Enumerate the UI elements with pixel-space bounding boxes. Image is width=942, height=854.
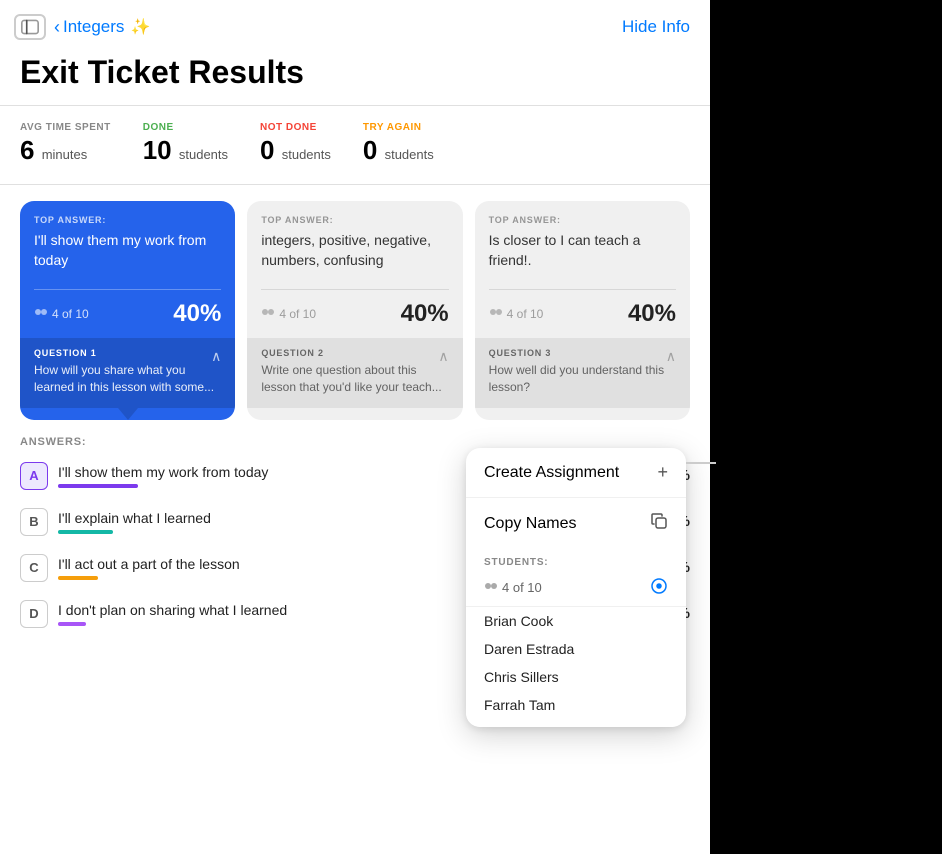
copy-icon: [650, 512, 668, 535]
students-header: STUDENTS:: [466, 549, 686, 572]
stat-try-again: TRY AGAIN 0 students: [363, 122, 466, 166]
top-bar: ‹ Integers ✨ Hide Info: [0, 0, 710, 50]
answer-bar-b: [58, 530, 113, 534]
card2-stats: 4 of 10 40%: [247, 290, 462, 338]
card2-bottom: QUESTION 2 Write one question about this…: [247, 338, 462, 408]
students-sub-panel: STUDENTS: 4 of 10 Brian Cook Daren Estra…: [466, 549, 686, 727]
card1-top-answer-text: I'll show them my work from today: [34, 231, 221, 279]
plus-icon: +: [657, 462, 668, 483]
card2-top: TOP ANSWER: integers, positive, negative…: [247, 201, 462, 289]
answer-bar-c: [58, 576, 98, 580]
avg-time-value: 6 minutes: [20, 135, 111, 166]
chevron-up-icon-1: ∧: [211, 348, 221, 365]
student-name-1: Brian Cook: [466, 607, 686, 635]
not-done-value: 0 students: [260, 135, 331, 166]
question-card-1[interactable]: TOP ANSWER: I'll show them my work from …: [20, 201, 235, 420]
chevron-up-icon-3: ∧: [666, 348, 676, 365]
card3-q-label: QUESTION 3: [489, 348, 676, 358]
stat-done: DONE 10 students: [143, 122, 260, 166]
divider-1: [0, 105, 710, 106]
card3-stats: 4 of 10 40%: [475, 290, 690, 338]
question-card-3[interactable]: TOP ANSWER: Is closer to I can teach a f…: [475, 201, 690, 420]
answer-letter-a: A: [20, 462, 48, 490]
card3-top-answer-label: TOP ANSWER:: [489, 215, 676, 225]
done-label: DONE: [143, 122, 228, 133]
students-circle-icon: [650, 577, 668, 598]
stats-row: AVG TIME SPENT 6 minutes DONE 10 student…: [0, 122, 710, 166]
card1-top: TOP ANSWER: I'll show them my work from …: [20, 201, 235, 289]
card1-q-text: How will you share what you learned in t…: [34, 362, 221, 396]
not-done-label: NOT DONE: [260, 122, 331, 133]
card1-top-answer-label: TOP ANSWER:: [34, 215, 221, 225]
card2-pct: 40%: [401, 300, 449, 328]
card1-q-label: QUESTION 1: [34, 348, 221, 358]
answer-letter-d: D: [20, 600, 48, 628]
card1-stats: 4 of 10 40%: [20, 290, 235, 338]
stat-avg-time: AVG TIME SPENT 6 minutes: [20, 122, 143, 166]
question-card-2[interactable]: TOP ANSWER: integers, positive, negative…: [247, 201, 462, 420]
connector-line: [686, 462, 716, 464]
chevron-up-icon-2: ∧: [438, 348, 448, 365]
top-bar-left: ‹ Integers ✨: [14, 14, 150, 40]
divider-2: [0, 184, 710, 185]
student-name-3: Chris Sillers: [466, 663, 686, 691]
answer-bar-d: [58, 622, 86, 626]
student-name-4: Farrah Tam: [466, 691, 686, 719]
chevron-left-icon: ‹: [54, 17, 60, 38]
create-assignment-item[interactable]: Create Assignment +: [466, 448, 686, 498]
answer-letter-b: B: [20, 508, 48, 536]
answer-letter-c: C: [20, 554, 48, 582]
answer-bar-a: [58, 484, 138, 488]
dropdown-popup: Create Assignment + Copy Names STUDENTS:…: [466, 448, 686, 727]
stat-not-done: NOT DONE 0 students: [260, 122, 363, 166]
card2-top-answer-label: TOP ANSWER:: [261, 215, 448, 225]
card3-q-text: How well did you understand this lesson?: [489, 362, 676, 396]
copy-names-item[interactable]: Copy Names: [466, 498, 686, 549]
card2-q-label: QUESTION 2: [261, 348, 448, 358]
student-name-2: Daren Estrada: [466, 635, 686, 663]
try-again-value: 0 students: [363, 135, 434, 166]
try-again-label: TRY AGAIN: [363, 122, 434, 133]
card1-bottom: QUESTION 1 How will you share what you l…: [20, 338, 235, 408]
done-value: 10 students: [143, 135, 228, 166]
card2-top-answer-text: integers, positive, negative, numbers, c…: [261, 231, 448, 279]
hide-info-button[interactable]: Hide Info: [622, 17, 690, 37]
create-assignment-label: Create Assignment: [484, 464, 619, 482]
students-count-row: 4 of 10: [466, 572, 686, 607]
back-label: Integers: [63, 17, 124, 37]
copy-names-label: Copy Names: [484, 515, 576, 533]
sidebar-toggle-button[interactable]: [14, 14, 46, 40]
card3-count: 4 of 10: [489, 307, 544, 321]
card2-count: 4 of 10: [261, 307, 316, 321]
card1-count: 4 of 10: [34, 307, 89, 321]
students-count: 4 of 10: [484, 580, 542, 595]
cards-row: TOP ANSWER: I'll show them my work from …: [0, 201, 710, 420]
back-link[interactable]: ‹ Integers ✨: [54, 17, 150, 38]
card3-pct: 40%: [628, 300, 676, 328]
avg-time-label: AVG TIME SPENT: [20, 122, 111, 133]
card3-top-answer-text: Is closer to I can teach a friend!.: [489, 231, 676, 279]
card2-q-text: Write one question about this lesson tha…: [261, 362, 448, 396]
card1-pct: 40%: [173, 300, 221, 328]
card3-bottom: QUESTION 3 How well did you understand t…: [475, 338, 690, 408]
card3-top: TOP ANSWER: Is closer to I can teach a f…: [475, 201, 690, 289]
page-title: Exit Ticket Results: [0, 50, 710, 105]
card1-speech-tail: [118, 408, 138, 420]
answers-title: ANSWERS:: [20, 436, 690, 448]
sparkle-icon: ✨: [130, 17, 150, 37]
